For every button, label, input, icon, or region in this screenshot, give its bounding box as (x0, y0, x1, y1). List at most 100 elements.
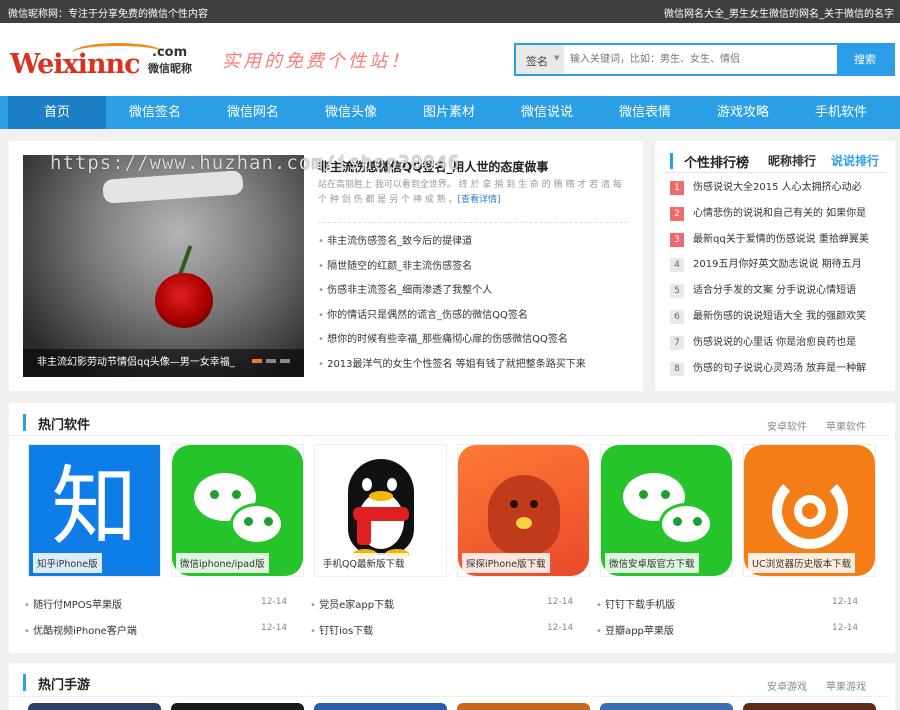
game-thumbnail[interactable] (171, 703, 304, 710)
app-card[interactable]: UC浏览器历史版本下载 (743, 444, 876, 577)
search-category-select[interactable]: 签名 ▼ (516, 45, 564, 74)
ranking-item[interactable]: 2 心情悲伤的说说和自己有关的 如果你是 (670, 204, 880, 230)
software-link[interactable]: 钉钉ios下载 (310, 622, 373, 637)
nav-game-guides[interactable]: 游戏攻略 (694, 96, 792, 129)
game-thumbnail[interactable] (743, 703, 876, 710)
nav-images[interactable]: 图片素材 (400, 96, 498, 129)
app-label: 探探iPhone版下载 (462, 553, 550, 573)
app-card[interactable]: 知 知乎iPhone版 (28, 444, 161, 577)
nav-emoji[interactable]: 微信表情 (596, 96, 694, 129)
tab-moments-ranking[interactable]: 说说排行 (831, 152, 879, 169)
rank-number: 8 (670, 361, 684, 376)
rose-image (155, 273, 213, 328)
ranking-item-title: 最新qq关于爱情的伤感说说 重拾蝉翼美 (693, 233, 869, 245)
rank-number: 4 (670, 258, 684, 273)
logo-wordmark: Weixinnc (10, 49, 141, 80)
article-link[interactable]: 2013最洋气的女生个性签名 等姐有钱了就把整条路买下来 (318, 355, 628, 380)
slider-dot[interactable] (252, 359, 262, 363)
header: Weixinnc .com 微信昵称 实用的免费个性站！ 签名 ▼ 搜索 (0, 23, 900, 96)
tab-nickname-ranking[interactable]: 昵称排行 (768, 152, 816, 169)
read-more-link[interactable]: [查看详情] (457, 195, 500, 205)
slider-dot[interactable] (280, 359, 290, 363)
app-label: 微信安卓版官方下载 (605, 553, 699, 573)
divider (318, 222, 628, 223)
ranking-item[interactable]: 4 2019五月你好英文励志说说 期待五月 (670, 255, 880, 281)
software-link[interactable]: 优酷视频iPhone客户端 (24, 622, 137, 637)
software-link[interactable]: 随行付MPOS苹果版 (24, 596, 122, 611)
nav-mobile-apps[interactable]: 手机软件 (792, 96, 890, 129)
app-label: 知乎iPhone版 (33, 553, 102, 573)
article-link[interactable]: 伤感非主流签名_细雨渗透了我整个人 (318, 281, 628, 306)
divider (9, 435, 890, 436)
software-link[interactable]: 豆瓣app苹果版 (596, 622, 674, 637)
article-list: 非主流伤感签名_致今后的提律道 隔世随空的红颜_非主流伤感签名 伤感非主流签名_… (318, 232, 628, 379)
article-link[interactable]: 非主流伤感签名_致今后的提律道 (318, 232, 628, 257)
ranking-item[interactable]: 1 伤感说说大全2015 人心太拥挤心动必 (670, 178, 880, 204)
logo-cn: 微信昵称 (148, 62, 192, 75)
nav-moments[interactable]: 微信说说 (498, 96, 596, 129)
hero-slider[interactable]: 非主流幻影劳动节情侣qq头像—男一女幸福_ (23, 155, 304, 377)
link-date: 12-14 (832, 597, 859, 607)
link-date: 12-14 (547, 623, 574, 633)
logo-com: .com (152, 45, 188, 60)
search-input[interactable] (566, 45, 838, 74)
slider-dot[interactable] (266, 359, 276, 363)
search-box: 签名 ▼ 搜索 (514, 43, 895, 76)
divider (9, 696, 890, 697)
software-link[interactable]: 钉钉下载手机版 (596, 596, 675, 611)
ranking-item-title: 伤感的句子说说心灵鸡汤 放弃是一种解 (693, 362, 867, 374)
slider-dots (248, 352, 290, 366)
article-link[interactable]: 隔世随空的红颜_非主流伤感签名 (318, 257, 628, 282)
hot-software-title: 热门软件 (38, 418, 91, 433)
tab-apple-software[interactable]: 苹果软件 (826, 418, 866, 433)
app-card[interactable]: 微信安卓版官方下载 (600, 444, 733, 577)
rank-number: 6 (670, 309, 684, 324)
game-thumbnail[interactable] (600, 703, 733, 710)
nav-home[interactable]: 首页 (8, 96, 106, 129)
ranking-item[interactable]: 6 最新伤感的说说短语大全 我的强颜欢笑 (670, 307, 880, 333)
rank-number: 3 (670, 232, 684, 247)
game-thumbnail[interactable] (457, 703, 590, 710)
site-tagline: 微信昵称网：专注于分享免费的微信个性内容 (8, 9, 208, 20)
top-bar: 微信昵称网：专注于分享免费的微信个性内容 微信网名大全_男生女生微信的网名_关于… (0, 0, 900, 23)
game-thumbnail[interactable] (314, 703, 447, 710)
nav-avatar[interactable]: 微信头像 (302, 96, 400, 129)
link-date: 12-14 (261, 597, 288, 607)
article-link[interactable]: 想你的时候有些幸福_那些痛彻心扉的伤感微信QQ签名 (318, 330, 628, 355)
ranking-item-title: 适合分手发的文案 分手说说心情短语 (693, 285, 857, 297)
ranking-item-title: 2019五月你好英文励志说说 期待五月 (693, 259, 862, 271)
chevron-down-icon: ▼ (554, 54, 560, 62)
section-bar (23, 674, 26, 691)
app-label: UC浏览器历史版本下载 (748, 553, 856, 573)
tab-android-games[interactable]: 安卓游戏 (767, 678, 807, 693)
app-card[interactable]: 微信iphone/ipad版 (171, 444, 304, 577)
link-date: 12-14 (261, 623, 288, 633)
software-link[interactable]: 党员e家app下载 (310, 596, 394, 611)
hero-blindfold (102, 170, 244, 204)
ranking-item[interactable]: 3 最新qq关于爱情的伤感说说 重拾蝉翼美 (670, 230, 880, 256)
site-logo[interactable]: Weixinnc .com 微信昵称 (10, 43, 200, 83)
search-button[interactable]: 搜索 (837, 45, 893, 74)
tab-android-software[interactable]: 安卓软件 (767, 418, 807, 433)
main-nav: 首页 微信签名 微信网名 微信头像 图片素材 微信说说 微信表情 游戏攻略 手机… (0, 96, 900, 129)
hero-rose-stem (177, 245, 193, 277)
ranking-item[interactable]: 8 伤感的句子说说心灵鸡汤 放弃是一种解 (670, 359, 880, 385)
nav-nickname[interactable]: 微信网名 (204, 96, 302, 129)
game-thumbnail[interactable] (28, 703, 161, 710)
rank-number: 7 (670, 335, 684, 350)
ranking-item[interactable]: 7 伤感说说的心里话 你是治愈良药也是 (670, 333, 880, 359)
ranking-item-title: 心情悲伤的说说和自己有关的 如果你是 (693, 207, 867, 219)
rank-number: 5 (670, 284, 684, 299)
tab-apple-games[interactable]: 苹果游戏 (826, 678, 866, 693)
app-card[interactable]: 手机QQ最新版下载 (314, 444, 447, 577)
top-link[interactable]: 微信网名大全_男生女生微信的网名_关于微信的名字 (664, 5, 894, 20)
divider (665, 172, 886, 173)
ranking-item-title: 伤感说说的心里话 你是治愈良药也是 (693, 336, 857, 348)
ranking-list: 1 伤感说说大全2015 人心太拥挤心动必 2 心情悲伤的说说和自己有关的 如果你是… (670, 178, 880, 384)
rank-number: 1 (670, 181, 684, 195)
app-card[interactable]: 探探iPhone版下载 (457, 444, 590, 577)
nav-signature[interactable]: 微信签名 (106, 96, 204, 129)
ranking-item[interactable]: 5 适合分手发的文案 分手说说心情短语 (670, 281, 880, 307)
ranking-item-title: 最新伤感的说说短语大全 我的强颜欢笑 (693, 310, 867, 322)
article-link[interactable]: 你的情话只是偶然的谎言_伤感的微信QQ签名 (318, 306, 628, 331)
